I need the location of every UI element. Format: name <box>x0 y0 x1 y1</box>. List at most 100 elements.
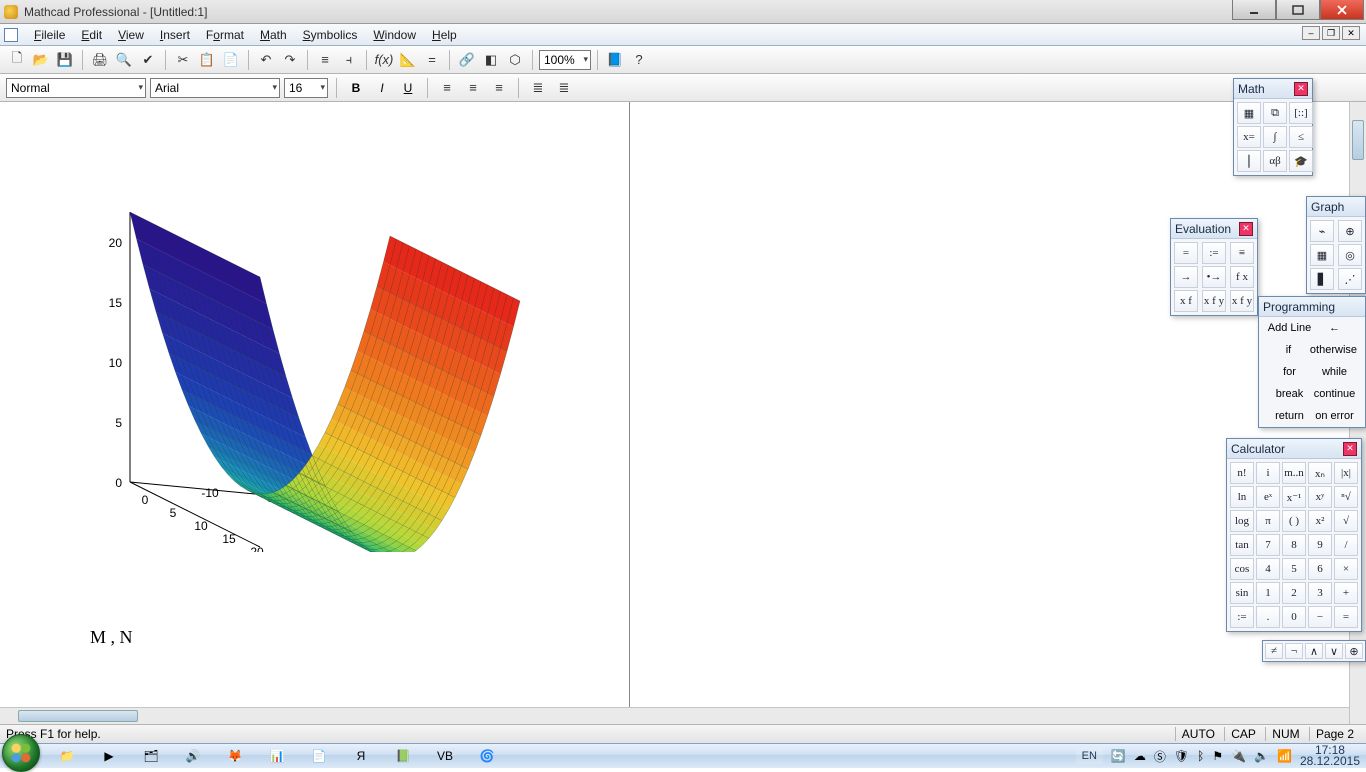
mdi-restore[interactable]: ❐ <box>1322 26 1340 40</box>
tray-bluetooth-icon[interactable]: ᛒ <box>1197 749 1204 763</box>
programming-toolbar-icon[interactable]: ⎮ <box>1237 150 1261 172</box>
task-mathcad-icon[interactable]: 🌀 <box>467 745 507 767</box>
task-mediaplayer-icon[interactable]: ▶ <box>89 745 129 767</box>
calc-btn[interactable]: x² <box>1308 510 1332 532</box>
copy-icon[interactable]: 📋 <box>196 49 218 71</box>
eval-btn[interactable]: = <box>1174 242 1198 264</box>
font-combo[interactable]: Arial <box>150 78 280 98</box>
menu-format[interactable]: Format <box>198 26 252 44</box>
task-powerpoint-icon[interactable]: 📊 <box>257 745 297 767</box>
spellcheck-icon[interactable]: ✔ <box>137 49 159 71</box>
help-icon[interactable]: ? <box>628 49 650 71</box>
redo-icon[interactable]: ↷ <box>279 49 301 71</box>
italic-icon[interactable]: I <box>371 77 393 99</box>
task-folder-icon[interactable]: 🗂 <box>131 745 171 767</box>
xy-plot-icon[interactable]: ⌁ <box>1310 220 1334 242</box>
task-yandex-icon[interactable]: Я <box>341 745 381 767</box>
calc-btn[interactable]: 9 <box>1308 534 1332 556</box>
boolean-toolbar-icon[interactable]: ≤ <box>1289 126 1313 148</box>
language-indicator[interactable]: EN <box>1076 748 1103 764</box>
scrollbar-thumb[interactable] <box>18 710 138 722</box>
clock[interactable]: 17:18 28.12.2015 <box>1300 745 1360 767</box>
eval-btn[interactable]: f x <box>1230 266 1254 288</box>
eval-btn[interactable]: := <box>1202 242 1226 264</box>
menu-file[interactable]: FileFileile <box>26 26 73 44</box>
menu-math[interactable]: Math <box>252 26 295 44</box>
number-list-icon[interactable]: ≣ <box>553 77 575 99</box>
maximize-button[interactable] <box>1276 0 1320 20</box>
scrollbar-thumb[interactable] <box>1352 120 1364 160</box>
greek-toolbar-icon[interactable]: αβ <box>1263 150 1287 172</box>
prog-btn[interactable]: for <box>1267 363 1312 381</box>
eval-btn[interactable]: → <box>1174 266 1198 288</box>
calculus-toolbar-icon[interactable]: ∫ <box>1263 126 1287 148</box>
contour-plot-icon[interactable]: ◎ <box>1338 244 1362 266</box>
eval-btn[interactable]: •→ <box>1202 266 1226 288</box>
menu-insert[interactable]: Insert <box>152 26 198 44</box>
task-excel-icon[interactable]: 📗 <box>383 745 423 767</box>
calc-btn[interactable]: |x| <box>1334 462 1358 484</box>
calc-btn[interactable]: − <box>1308 606 1332 628</box>
calc-btn[interactable]: xʸ <box>1308 486 1332 508</box>
calc-btn[interactable]: i <box>1256 462 1280 484</box>
start-button[interactable] <box>2 734 40 772</box>
save-icon[interactable]: 💾 <box>54 49 76 71</box>
menu-edit[interactable]: Edit <box>73 26 110 44</box>
eval-btn[interactable]: x f y <box>1202 290 1226 312</box>
calc-btn[interactable]: + <box>1334 582 1358 604</box>
insert-hyperlink-icon[interactable]: 🔗 <box>456 49 478 71</box>
calc-btn[interactable]: 4 <box>1256 558 1280 580</box>
calc-btn[interactable]: eˣ <box>1256 486 1280 508</box>
calc-btn[interactable]: cos <box>1230 558 1254 580</box>
align-left-icon[interactable]: ≡ <box>436 77 458 99</box>
align-regions-icon[interactable]: ≡ <box>314 49 336 71</box>
tray-cloud-icon[interactable]: ☁ <box>1134 749 1146 763</box>
tray-skype-icon[interactable]: Ⓢ <box>1154 748 1166 765</box>
calc-btn[interactable]: π <box>1256 510 1280 532</box>
document-page[interactable]: 0 5 10 15 20 0 5 10 15 20 -10 0 10 <box>0 102 630 724</box>
menu-window[interactable]: Window <box>365 26 424 44</box>
calc-btn[interactable]: x⁻¹ <box>1282 486 1306 508</box>
calc-btn[interactable]: ln <box>1230 486 1254 508</box>
insert-function-icon[interactable]: f(x) <box>373 49 395 71</box>
prog-btn[interactable]: if <box>1267 341 1310 359</box>
calculator-palette[interactable]: Calculator✕ n!im..nxₙ|x|lneˣx⁻¹xʸⁿ√logπ(… <box>1226 438 1362 632</box>
calc-btn[interactable]: 0 <box>1282 606 1306 628</box>
style-combo[interactable]: Normal <box>6 78 146 98</box>
task-firefox-icon[interactable]: 🦊 <box>215 745 255 767</box>
prog-btn[interactable]: ← <box>1312 319 1357 337</box>
tray-flag-icon[interactable]: ⚑ <box>1212 749 1223 763</box>
calc-btn[interactable]: sin <box>1230 582 1254 604</box>
prog-btn[interactable]: break <box>1267 385 1312 403</box>
calculate-icon[interactable]: = <box>421 49 443 71</box>
calculator-toolbar-icon[interactable]: ▦ <box>1237 102 1261 124</box>
calc-btn[interactable]: = <box>1334 606 1358 628</box>
align-center-icon[interactable]: ≡ <box>462 77 484 99</box>
fontsize-combo[interactable]: 16 <box>284 78 328 98</box>
mdi-minimize[interactable]: – <box>1302 26 1320 40</box>
calc-btn[interactable]: 1 <box>1256 582 1280 604</box>
calc-btn[interactable]: . <box>1256 606 1280 628</box>
bullet-list-icon[interactable]: ≣ <box>527 77 549 99</box>
calc-btn[interactable]: × <box>1334 558 1358 580</box>
calc-btn[interactable]: / <box>1334 534 1358 556</box>
bold-icon[interactable]: B <box>345 77 367 99</box>
close-button[interactable] <box>1320 0 1364 20</box>
print-preview-icon[interactable]: 🔍 <box>113 49 135 71</box>
calc-btn[interactable]: ⁿ√ <box>1334 486 1358 508</box>
bool-btn[interactable]: ≠ <box>1265 643 1283 659</box>
task-vb-icon[interactable]: VB <box>425 745 465 767</box>
bool-btn[interactable]: ∨ <box>1325 643 1343 659</box>
paste-icon[interactable]: 📄 <box>220 49 242 71</box>
surface-plot[interactable]: 0 5 10 15 20 0 5 10 15 20 -10 0 10 <box>70 152 590 552</box>
task-explorer-icon[interactable]: 📁 <box>47 745 87 767</box>
prog-btn[interactable]: on error <box>1312 407 1357 425</box>
graph-palette[interactable]: Graph ⌁ ⊕ ▦ ◎ ▋ ⋰ <box>1306 196 1366 294</box>
tray-sync-icon[interactable]: 🔄 <box>1111 749 1126 763</box>
math-palette[interactable]: Math✕ ▦ ⧉ [::] x= ∫ ≤ ⎮ αβ 🎓 <box>1233 78 1313 176</box>
bool-btn[interactable]: ¬ <box>1285 643 1303 659</box>
tray-antivirus-icon[interactable]: 🛡 <box>1174 749 1189 763</box>
tray-sound-icon[interactable]: 🔈 <box>1254 749 1269 763</box>
graph-toolbar-icon[interactable]: ⧉ <box>1263 102 1287 124</box>
calc-btn[interactable]: m..n <box>1282 462 1306 484</box>
